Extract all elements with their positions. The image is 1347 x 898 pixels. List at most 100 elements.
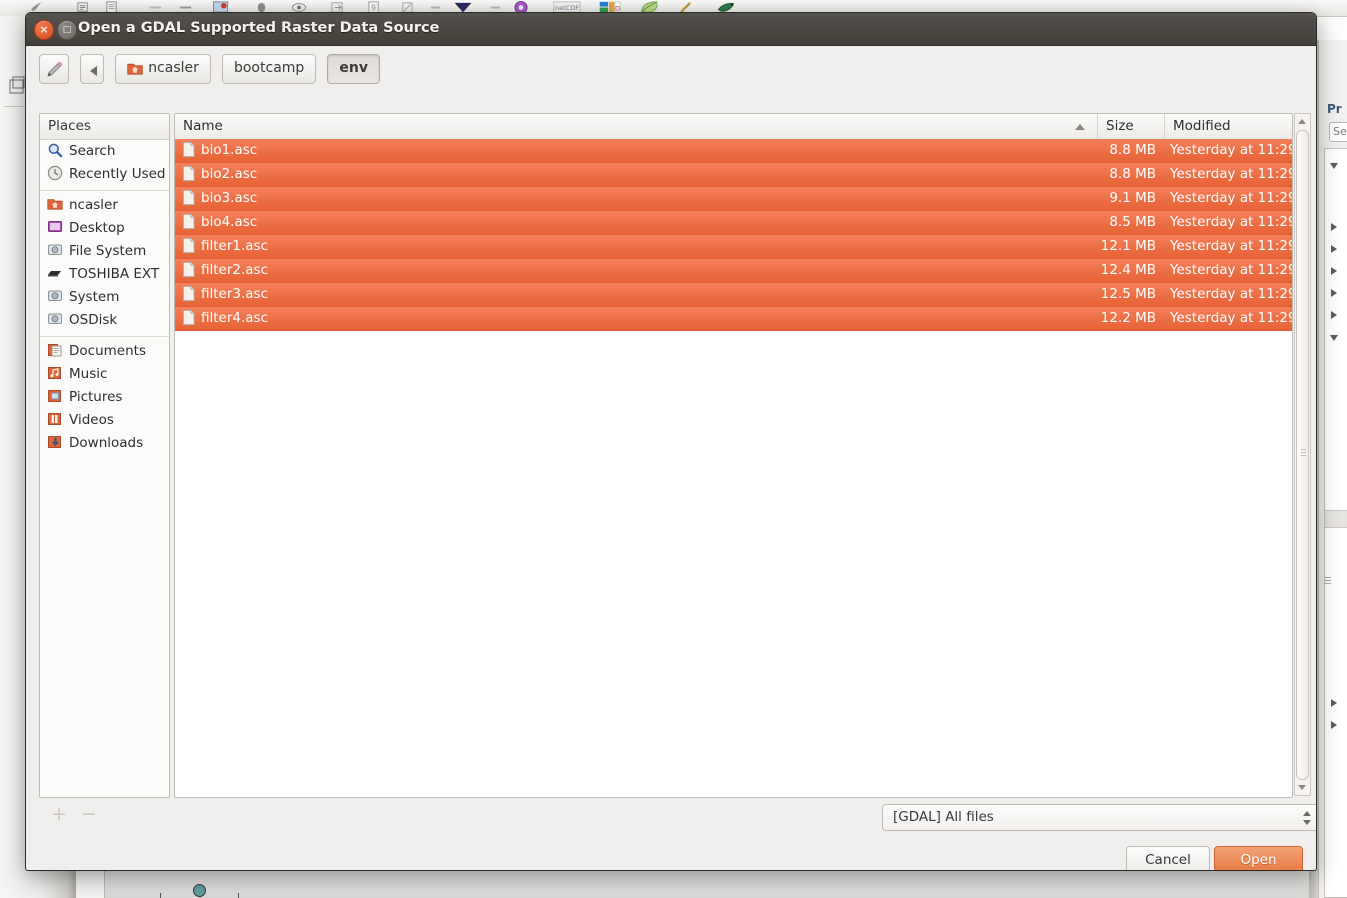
file-name-cell: bio1.asc	[175, 139, 1097, 162]
scroll-down-button[interactable]	[1295, 780, 1310, 795]
file-size-cell: 12.5 MB	[1100, 286, 1156, 302]
sidebar-divider	[40, 190, 169, 191]
sidebar-item-videos[interactable]: Videos	[40, 409, 169, 432]
table-row[interactable]: bio3.asc 9.1 MB Yesterday at 11:29	[175, 187, 1292, 211]
breadcrumb-env[interactable]: env	[327, 54, 380, 84]
desktop-icon	[48, 221, 62, 232]
maximize-button[interactable]: □	[57, 20, 77, 40]
table-row[interactable]: bio4.asc 8.5 MB Yesterday at 11:29	[175, 211, 1292, 235]
sidebar-item-desktop[interactable]: Desktop	[40, 217, 169, 240]
file-list-scrollbar[interactable]	[1294, 113, 1311, 796]
sidebar-item-downloads[interactable]: Downloads	[40, 432, 169, 455]
sidebar-item-recently-used[interactable]: Recently Used	[40, 163, 169, 186]
cancel-button[interactable]: Cancel	[1126, 846, 1210, 870]
add-place-button[interactable]: +	[51, 804, 67, 824]
remove-place-button[interactable]: −	[81, 804, 97, 824]
table-row[interactable]: filter3.asc 12.5 MB Yesterday at 11:29	[175, 283, 1292, 307]
dialog-titlebar[interactable]: × □ Open a GDAL Supported Raster Data So…	[26, 13, 1316, 46]
file-modified-cell: Yesterday at 11:29	[1170, 238, 1292, 254]
open-button[interactable]: Open	[1214, 846, 1303, 870]
chevron-left-icon	[90, 66, 98, 76]
external-drive-icon	[48, 271, 61, 277]
table-row[interactable]: bio1.asc 8.8 MB Yesterday at 11:29	[175, 139, 1292, 163]
file-modified-cell: Yesterday at 11:29	[1170, 214, 1292, 230]
tree-collapsed-arrow-icon[interactable]	[1331, 311, 1337, 319]
tree-collapsed-arrow-icon[interactable]	[1331, 289, 1337, 297]
tree-collapsed-arrow-icon[interactable]	[1331, 245, 1337, 253]
tree-expanded-arrow-icon[interactable]	[1330, 335, 1338, 341]
sidebar-item-system[interactable]: System	[40, 286, 169, 309]
breadcrumb-label: bootcamp	[233, 60, 305, 76]
lower-canvas-area[interactable]	[104, 870, 1347, 898]
sidebar-item-documents[interactable]: Documents	[40, 340, 169, 363]
table-row[interactable]: filter1.asc 12.1 MB Yesterday at 11:29	[175, 235, 1292, 259]
processing-search-input[interactable]: Se	[1329, 122, 1347, 142]
documents-icon	[48, 344, 62, 357]
file-size-cell: 8.8 MB	[1109, 142, 1156, 158]
file-size-cell: 9.1 MB	[1109, 190, 1156, 206]
sidebar-item-file-system[interactable]: File System	[40, 240, 169, 263]
table-row[interactable]: filter2.asc 12.4 MB Yesterday at 11:29	[175, 259, 1292, 283]
column-header-label: Modified	[1173, 118, 1231, 134]
file-name-cell: bio2.asc	[175, 163, 1097, 186]
path-bar: ncasler bootcamp env	[26, 46, 1316, 88]
sidebar-item-ncasler[interactable]: ncasler	[40, 194, 169, 217]
tree-expanded-arrow-icon[interactable]	[1330, 163, 1338, 169]
path-back-button[interactable]	[80, 54, 105, 84]
combo-spinner-icon[interactable]	[1303, 811, 1312, 825]
file-list-header: Name Size Modified	[175, 114, 1292, 140]
clock-icon	[47, 165, 63, 181]
breadcrumb-bootcamp[interactable]: bootcamp	[221, 54, 317, 84]
file-name-cell: filter1.asc	[175, 235, 1097, 258]
file-name-label: bio4.asc	[201, 214, 258, 230]
sidebar-item-osdisk[interactable]: OSDisk	[40, 309, 169, 332]
screen: 9 netCDF D Pr Se × □ Open a GDAL Support…	[0, 0, 1347, 898]
sidebar-item-search[interactable]: Search	[40, 140, 169, 163]
panel-splitter[interactable]	[1325, 510, 1347, 528]
breadcrumb-ncasler[interactable]: ncasler	[115, 54, 211, 84]
caret-up-icon	[1298, 119, 1306, 124]
processing-panel-title: Pr	[1327, 102, 1342, 116]
column-header-modified[interactable]: Modified	[1164, 114, 1292, 139]
table-row[interactable]: bio2.asc 8.8 MB Yesterday at 11:29	[175, 163, 1292, 187]
svg-text:9: 9	[371, 3, 376, 12]
scroll-up-button[interactable]	[1295, 114, 1310, 129]
music-icon	[48, 367, 61, 379]
file-name-label: filter3.asc	[201, 286, 269, 302]
scrollbar-thumb[interactable]	[1296, 130, 1309, 780]
sidebar-item-label: Downloads	[69, 435, 144, 451]
tree-collapsed-arrow-icon[interactable]	[1331, 267, 1337, 275]
tree-collapsed-arrow-icon[interactable]	[1331, 223, 1337, 231]
file-name-label: bio3.asc	[201, 190, 258, 206]
dialog-body: Places Search Recently Used ncasler Desk…	[26, 87, 1316, 870]
column-header-size[interactable]: Size	[1097, 114, 1164, 139]
sidebar-item-label: Recently Used	[69, 166, 166, 182]
videos-icon	[48, 413, 61, 425]
svg-text:netCDF: netCDF	[555, 4, 579, 12]
file-filter-combo[interactable]: [GDAL] All files	[882, 804, 1316, 831]
file-name-label: filter2.asc	[201, 262, 269, 278]
panel-grip-icon[interactable]	[1324, 577, 1331, 586]
tree-collapsed-arrow-icon[interactable]	[1331, 699, 1337, 707]
file-filter-value: [GDAL] All files	[893, 809, 994, 825]
home-folder-icon	[47, 199, 63, 210]
file-name-cell: filter4.asc	[175, 307, 1097, 330]
file-size-cell: 12.2 MB	[1100, 310, 1156, 326]
scrollbar-grip-icon	[1301, 449, 1306, 456]
home-folder-icon	[127, 63, 143, 75]
file-modified-cell: Yesterday at 11:29	[1170, 190, 1292, 206]
sidebar-item-pictures[interactable]: Pictures	[40, 386, 169, 409]
type-filename-button[interactable]	[39, 54, 69, 84]
column-header-name[interactable]: Name	[175, 114, 1097, 139]
sidebar-item-toshiba-ext[interactable]: TOSHIBA EXT	[40, 263, 169, 286]
search-icon	[48, 143, 63, 158]
file-icon	[183, 214, 195, 229]
breadcrumb-label: ncasler	[148, 60, 199, 76]
table-row[interactable]: filter4.asc 12.2 MB Yesterday at 11:29	[175, 307, 1292, 331]
sidebar-item-label: Search	[69, 143, 116, 159]
sidebar-item-music[interactable]: Music	[40, 363, 169, 386]
file-icon	[183, 142, 195, 157]
tree-collapsed-arrow-icon[interactable]	[1331, 721, 1337, 729]
close-button[interactable]: ×	[34, 20, 54, 40]
file-name-label: bio2.asc	[201, 166, 258, 182]
